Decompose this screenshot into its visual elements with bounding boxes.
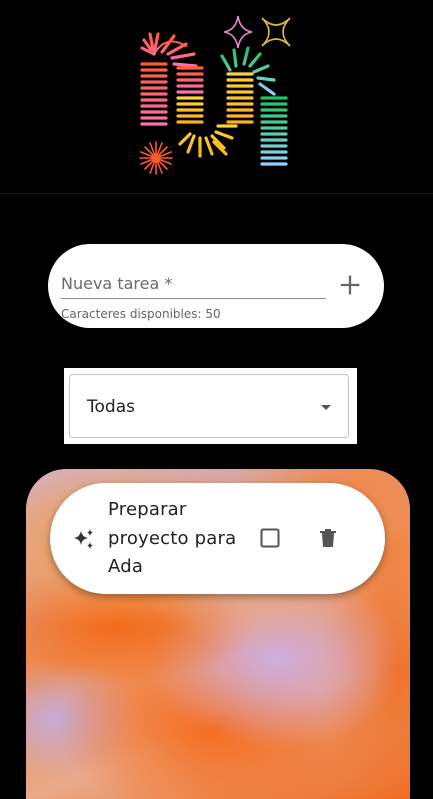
task-title: Preparar proyecto para Ada [108,499,237,577]
caret-down-icon [321,405,331,410]
new-task-card: Caracteres disponibles: 50 [48,244,384,328]
filter-select[interactable]: Todas [69,374,349,438]
filter-container: Todas [64,368,357,444]
colorful-springs-logo-icon [139,15,291,175]
star-outline-icon [223,15,253,49]
cross-star-icon [261,17,291,47]
new-task-input[interactable] [61,268,326,299]
characters-available-helper: Caracteres disponibles: 50 [61,307,221,321]
filter-selected-value: Todas [87,397,135,417]
plus-icon[interactable] [336,271,364,299]
task-item: Preparar proyecto para Ada [50,483,385,594]
sparkle-icon [74,529,93,549]
checkbox-empty-icon[interactable] [258,526,282,550]
app-header [0,0,433,194]
trash-icon[interactable] [316,526,340,550]
